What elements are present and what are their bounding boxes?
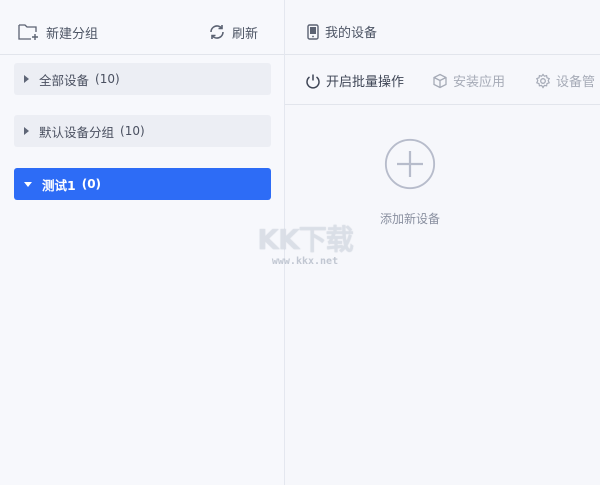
panel-header: 我的设备 bbox=[285, 0, 600, 55]
device-manage-button[interactable]: 设备管 bbox=[535, 71, 595, 90]
gear-icon bbox=[535, 73, 551, 89]
install-app-button[interactable]: 安装应用 bbox=[432, 71, 505, 90]
refresh-button[interactable]: 刷新 bbox=[208, 19, 258, 45]
device-panel: 我的设备 开启批量操作 安装应用 设备管 添加新设备 bbox=[285, 0, 600, 485]
group-count: (10) bbox=[120, 124, 145, 138]
group-sidebar: 新建分组 刷新 全部设备 (10) 默认设备分组 (10) 测试1 (0) bbox=[0, 0, 285, 485]
refresh-label: 刷新 bbox=[232, 26, 259, 42]
batch-operation-label: 开启批量操作 bbox=[326, 75, 405, 90]
batch-operation-button[interactable]: 开启批量操作 bbox=[305, 71, 404, 90]
add-circle-icon bbox=[384, 138, 436, 190]
group-item-default[interactable]: 默认设备分组 (10) bbox=[14, 115, 271, 147]
group-count: (10) bbox=[95, 72, 120, 86]
caret-right-icon bbox=[24, 75, 29, 83]
group-name: 全部设备 bbox=[39, 72, 90, 88]
action-toolbar: 开启批量操作 安装应用 设备管 bbox=[285, 56, 600, 105]
install-app-label: 安装应用 bbox=[453, 75, 506, 90]
add-device-label: 添加新设备 bbox=[379, 212, 440, 226]
device-manage-label: 设备管 bbox=[556, 75, 596, 90]
caret-down-icon bbox=[24, 181, 32, 187]
new-group-label: 新建分组 bbox=[46, 26, 99, 42]
folder-add-icon bbox=[18, 24, 38, 40]
power-icon bbox=[306, 74, 320, 89]
page-title-text: 我的设备 bbox=[325, 26, 378, 41]
group-name: 测试1 bbox=[42, 177, 76, 193]
new-group-button[interactable]: 新建分组 bbox=[18, 19, 98, 45]
group-count: (0) bbox=[81, 177, 102, 191]
phone-icon bbox=[307, 23, 319, 40]
group-item-all-devices[interactable]: 全部设备 (10) bbox=[14, 63, 271, 95]
sidebar-toolbar: 新建分组 刷新 bbox=[0, 0, 284, 55]
group-name: 默认设备分组 bbox=[39, 124, 115, 140]
caret-right-icon bbox=[24, 127, 29, 135]
add-device-button[interactable]: 添加新设备 bbox=[375, 138, 445, 227]
cube-icon bbox=[433, 73, 447, 88]
page-title: 我的设备 bbox=[307, 22, 377, 41]
group-item-test1[interactable]: 测试1 (0) bbox=[14, 168, 271, 200]
refresh-icon bbox=[210, 25, 224, 39]
